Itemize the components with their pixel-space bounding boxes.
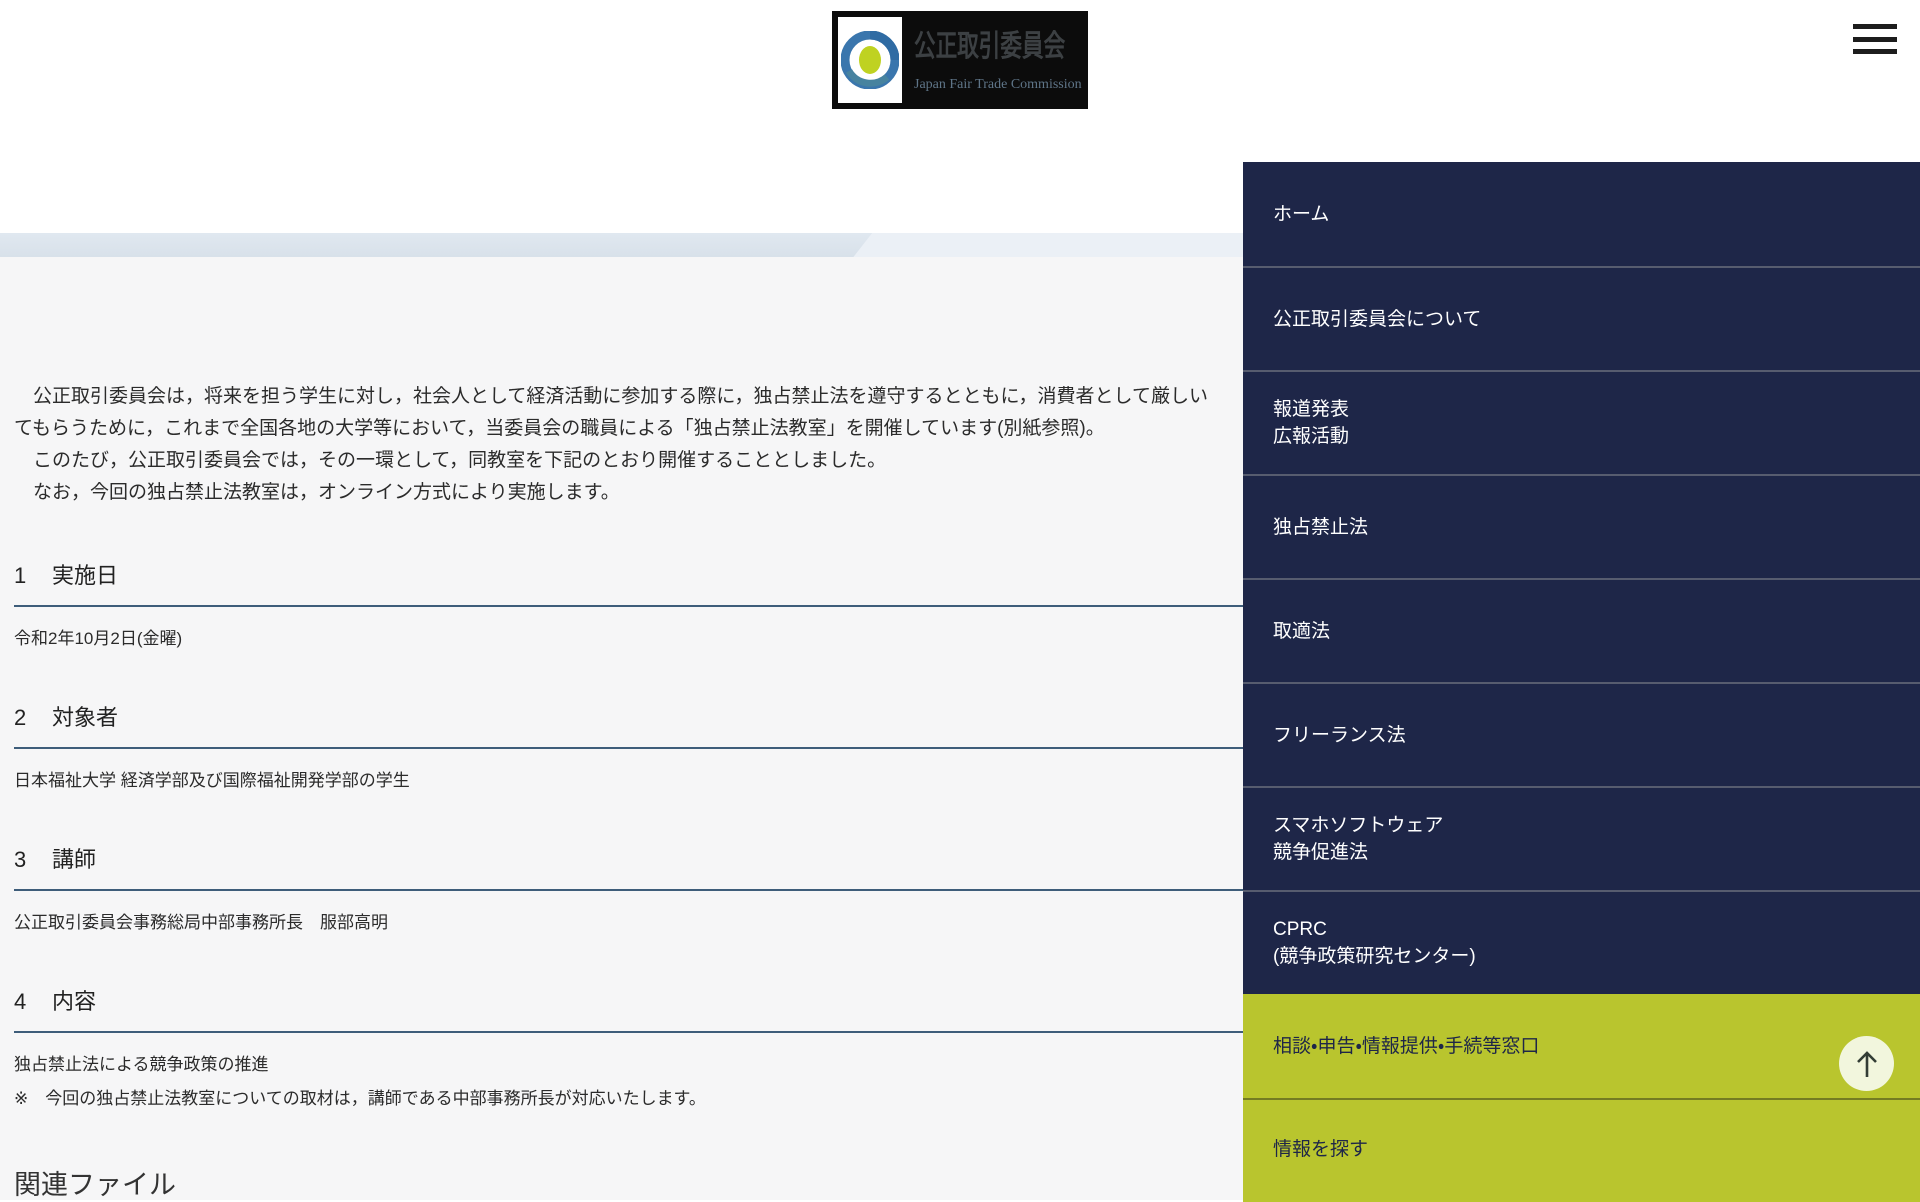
nav-item-about-jftc[interactable]: 公正取引委員会について bbox=[1243, 266, 1920, 370]
logo-title-jp: 公正取引委員会 bbox=[914, 30, 1066, 63]
hamburger-bar bbox=[1853, 49, 1897, 54]
nav-item-subcontract-act[interactable]: 取適法 bbox=[1243, 578, 1920, 682]
nav-item-smartphone-software-act[interactable]: スマホソフトウェア 競争促進法 bbox=[1243, 786, 1920, 890]
nav-item-find-information[interactable]: 情報を探す bbox=[1243, 1098, 1920, 1202]
logo-title-en: Japan Fair Trade Commission bbox=[914, 77, 1082, 92]
scroll-to-top-button[interactable] bbox=[1839, 1036, 1894, 1091]
section-number: 1 bbox=[14, 563, 27, 588]
section-number: 3 bbox=[14, 847, 27, 872]
nav-item-home[interactable]: ホーム bbox=[1243, 162, 1920, 266]
hamburger-menu-icon[interactable] bbox=[1853, 24, 1897, 54]
nav-item-antimonopoly-act[interactable]: 独占禁止法 bbox=[1243, 474, 1920, 578]
section-title: 対象者 bbox=[52, 705, 119, 730]
section-number: 4 bbox=[14, 989, 27, 1014]
jftc-emblem-icon bbox=[838, 17, 902, 103]
section-number: 2 bbox=[14, 705, 27, 730]
section-title: 内容 bbox=[52, 989, 97, 1014]
hamburger-bar bbox=[1853, 36, 1897, 42]
hamburger-bar bbox=[1853, 24, 1897, 29]
section-title: 実施日 bbox=[52, 563, 119, 588]
nav-item-freelance-act[interactable]: フリーランス法 bbox=[1243, 682, 1920, 786]
jftc-logo[interactable]: 公正取引委員会 Japan Fair Trade Commission bbox=[832, 11, 1088, 109]
nav-item-press-pr[interactable]: 報道発表 広報活動 bbox=[1243, 370, 1920, 474]
slide-nav-menu: ホーム 公正取引委員会について 報道発表 広報活動 独占禁止法 取適法 フリーラ… bbox=[1243, 162, 1920, 1202]
nav-item-consultation-windows[interactable]: 相談・申告・情報提供・手続等窓口 bbox=[1243, 994, 1920, 1098]
nav-item-cprc[interactable]: CPRC (競争政策研究センター) bbox=[1243, 890, 1920, 994]
up-arrow-icon bbox=[1856, 1050, 1877, 1077]
section-title: 講師 bbox=[52, 847, 97, 872]
logo-text: 公正取引委員会 Japan Fair Trade Commission bbox=[902, 11, 1088, 109]
